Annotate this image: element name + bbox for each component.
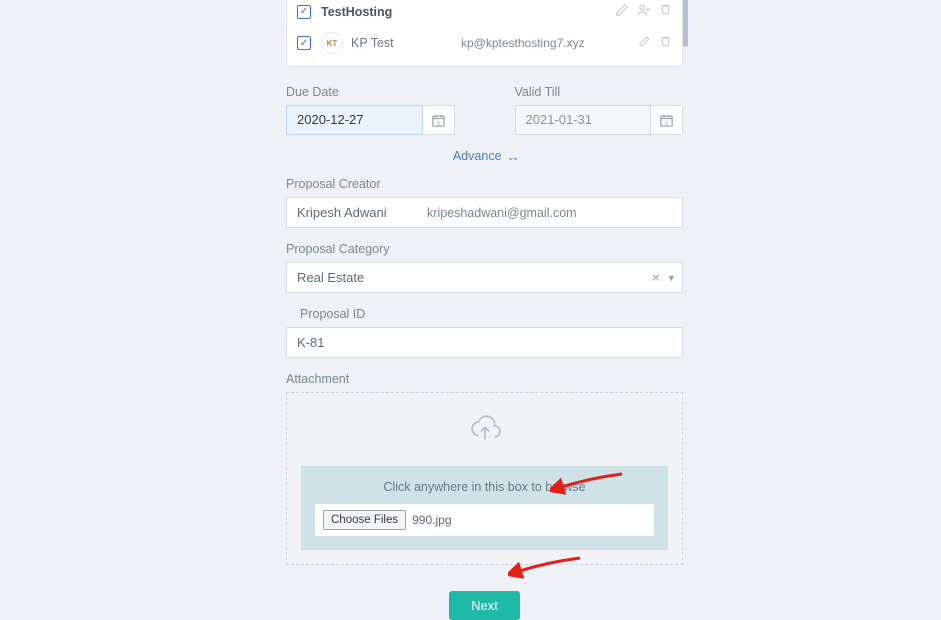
upload-cloud-icon (468, 415, 502, 448)
choose-files-button[interactable]: Choose Files (323, 510, 406, 530)
valid-till-label: Valid Till (515, 85, 684, 99)
contact-row: ✓ TestHosting (287, 0, 682, 26)
file-input-row[interactable]: Choose Files 990.jpg (315, 504, 654, 536)
proposal-id-label: Proposal ID (286, 307, 683, 321)
proposal-creator-label: Proposal Creator (286, 177, 683, 191)
contacts-card: ✓ TestHosting ✓ KT KP Test kp@kptesthost… (286, 0, 683, 67)
file-drop-area[interactable]: Click anywhere in this box to browse Cho… (301, 466, 668, 550)
delete-icon[interactable] (659, 35, 672, 51)
calendar-icon[interactable]: 11 (651, 105, 683, 135)
attachment-dropzone[interactable]: Click anywhere in this box to browse Cho… (286, 392, 683, 565)
contact-row: ✓ KT KP Test kp@kptesthosting7.xyz (287, 26, 682, 60)
calendar-icon[interactable]: 11 (423, 105, 455, 135)
attachment-label: Attachment (286, 372, 683, 386)
clear-icon[interactable]: ✕ (651, 271, 660, 284)
svg-text:11: 11 (436, 120, 441, 125)
add-user-icon[interactable] (637, 3, 651, 20)
contact-email: kp@kptesthosting7.xyz (461, 36, 638, 50)
advance-toggle[interactable]: Advance ⌄⌄ (286, 149, 683, 163)
scrollbar[interactable] (683, 0, 688, 47)
due-date-label: Due Date (286, 85, 455, 99)
drop-hint: Click anywhere in this box to browse (315, 480, 654, 494)
chevron-down-icon: ⌄⌄ (507, 152, 516, 162)
checkbox-icon[interactable]: ✓ (297, 5, 311, 19)
contact-name: TestHosting (321, 5, 431, 19)
edit-icon[interactable] (638, 35, 651, 51)
proposal-category-label: Proposal Category (286, 242, 683, 256)
creator-name: Kripesh Adwani (297, 205, 427, 220)
avatar: KT (321, 32, 343, 54)
valid-till-input[interactable]: 2021-01-31 (515, 105, 652, 135)
chevron-down-icon[interactable]: ▾ (668, 271, 674, 284)
next-button[interactable]: Next (449, 591, 520, 620)
proposal-id-input[interactable]: K-81 (286, 327, 683, 358)
svg-text:11: 11 (664, 120, 669, 125)
checkbox-icon[interactable]: ✓ (297, 36, 311, 50)
proposal-creator-field[interactable]: Kripesh Adwani kripeshadwani@gmail.com (286, 197, 683, 228)
creator-email: kripeshadwani@gmail.com (427, 206, 577, 220)
selected-file-name: 990.jpg (412, 513, 451, 527)
contact-name: KP Test (351, 36, 461, 50)
delete-icon[interactable] (659, 3, 672, 20)
proposal-category-select[interactable]: Real Estate ✕ ▾ (286, 262, 683, 293)
due-date-input[interactable]: 2020-12-27 (286, 105, 423, 135)
edit-icon[interactable] (615, 3, 629, 20)
